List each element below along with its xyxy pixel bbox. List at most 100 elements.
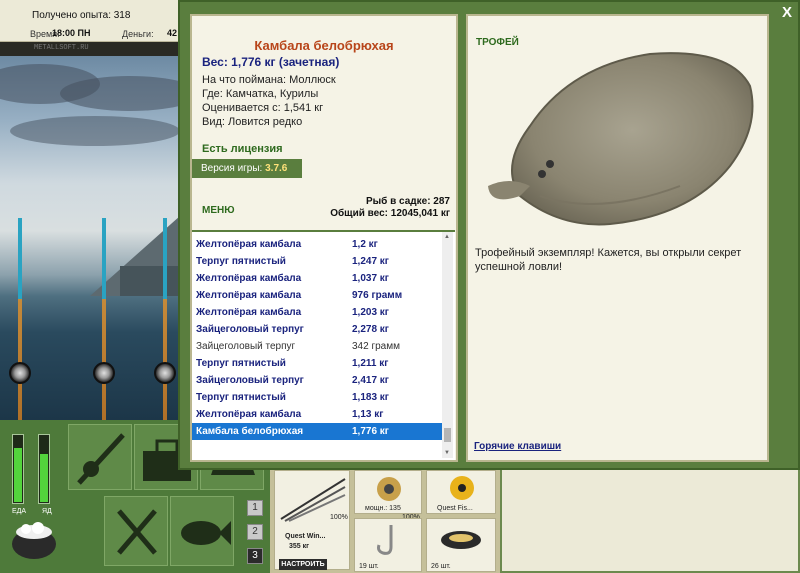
fishing-rod-3[interactable] <box>163 218 167 420</box>
catch-fish-name: Терпуг пятнистый <box>196 358 286 369</box>
catch-location: Где: Камчатка, Курилы <box>202 88 319 100</box>
catch-fish-weight: 1,776 кг <box>352 426 389 437</box>
scroll-up-icon[interactable]: ▲ <box>444 234 450 240</box>
keepnet-count: Рыб в садке: 287 <box>365 196 450 207</box>
catch-list[interactable]: Желтопёрая камбала 1,2 кг Терпуг пятнистый… <box>192 230 455 460</box>
fishing-scene[interactable] <box>0 56 178 420</box>
catch-fish-weight: 976 грамм <box>352 290 403 301</box>
rod-name: Quest Win... <box>285 533 326 540</box>
catch-fish-weight: 1,203 кг <box>352 307 389 318</box>
time-value: 18:00 ПН <box>52 28 91 38</box>
fish-kind: Вид: Ловится редко <box>202 116 303 128</box>
mussel-icon <box>441 531 481 549</box>
bait-count: 26 шт. <box>431 563 451 570</box>
catch-fish-name: Желтопёрая камбала <box>196 239 302 250</box>
knife-fork-icon <box>117 509 157 555</box>
message-area <box>500 462 800 573</box>
reel-icon <box>93 362 115 384</box>
catch-row[interactable]: Зайцеголовый терпуг 2,278 кг <box>192 321 442 338</box>
rod-reel-icon <box>77 433 125 485</box>
trophy-text: Трофейный экземпляр! Кажется, вы открыли… <box>475 247 742 273</box>
catch-fish-name: Желтопёрая камбала <box>196 290 302 301</box>
food-button[interactable] <box>104 496 168 566</box>
fish-title: Камбала белобрюхая <box>254 38 394 53</box>
caught-on: На что поймана: Моллюск <box>202 74 336 86</box>
catch-fish-name: Зайцеголовый терпуг <box>196 375 304 386</box>
line-slot[interactable]: Quest Fis... <box>426 470 496 514</box>
equipment-panel: Quest Win... 355 кг НАСТРОИТЬ 100% мощн.… <box>270 462 500 573</box>
tackle-button[interactable] <box>68 424 132 490</box>
catch-fish-name: Терпуг пятнистый <box>196 392 286 403</box>
reel-slot[interactable]: мощн.: 135 <box>354 470 422 514</box>
fish-icon <box>181 521 231 545</box>
reel-icon <box>9 362 31 384</box>
menu-link[interactable]: МЕНЮ <box>202 205 235 216</box>
page-1-button[interactable]: 1 <box>247 500 263 516</box>
catch-row[interactable]: Зайцеголовый терпуг 342 грамм <box>192 338 442 355</box>
catch-fish-weight: 1,183 кг <box>352 392 389 403</box>
tune-button[interactable]: НАСТРОИТЬ <box>279 559 327 570</box>
license-status: Есть лицензия <box>202 143 283 155</box>
money-value: 42 <box>167 28 178 38</box>
reel-icon <box>377 477 401 501</box>
catch-fish-name: Камбала белобрюхая <box>196 426 304 437</box>
fishing-rod-2[interactable] <box>102 218 106 420</box>
cauldron-icon[interactable] <box>8 520 60 560</box>
catch-list-scrollbar[interactable]: ▲ ▼ <box>442 232 453 458</box>
catch-row[interactable]: Желтопёрая камбала 1,13 кг <box>192 406 442 423</box>
page-2-button[interactable]: 2 <box>247 524 263 540</box>
game-version: Версия игры: 3.7.6 <box>192 159 302 178</box>
catch-row[interactable]: Зайцеголовый терпуг 2,417 кг <box>192 372 442 389</box>
fishing-rod-1[interactable] <box>18 218 22 420</box>
food-gauge-fill <box>14 447 22 502</box>
rod-condition: 100% <box>330 514 348 521</box>
catch-fish-name: Зайцеголовый терпуг <box>196 341 296 352</box>
cloud <box>10 116 178 146</box>
rod-weight: 355 кг <box>289 543 310 550</box>
valued-from: Оценивается с: 1,541 кг <box>202 102 324 114</box>
catch-fish-name: Терпуг пятнистый <box>196 256 286 267</box>
watermark-text: METALLSOFT.RU <box>34 44 89 52</box>
watermark-strip: METALLSOFT.RU <box>0 42 178 56</box>
hook-icon <box>377 525 393 555</box>
fish-button[interactable] <box>170 496 234 566</box>
version-value: 3.7.6 <box>265 163 288 174</box>
food-label: ЕДА <box>12 508 27 515</box>
cloud <box>60 76 178 111</box>
catch-row[interactable]: Желтопёрая камбала 1,2 кг <box>192 236 442 253</box>
catch-row[interactable]: Желтопёрая камбала 1,203 кг <box>192 304 442 321</box>
scroll-thumb[interactable] <box>444 428 451 442</box>
bait-label: ЯД <box>42 508 52 515</box>
flounder-image <box>480 46 760 236</box>
catch-fish-weight: 1,211 кг <box>352 358 389 369</box>
catch-row[interactable]: Желтопёрая камбала 1,037 кг <box>192 270 442 287</box>
mountain-base <box>120 266 178 296</box>
version-label: Версия игры: <box>201 163 263 174</box>
catch-row[interactable]: Терпуг пятнистый 1,247 кг <box>192 253 442 270</box>
catch-fish-weight: 1,247 кг <box>352 256 389 267</box>
catch-row[interactable]: Желтопёрая камбала 976 грамм <box>192 287 442 304</box>
reel-icon <box>154 362 176 384</box>
food-gauge <box>12 434 24 504</box>
catch-fish-name: Желтопёрая камбала <box>196 273 302 284</box>
close-button[interactable]: X <box>778 4 796 22</box>
hotkeys-link[interactable]: Горячие клавиши <box>474 441 561 452</box>
catch-fish-weight: 342 грамм <box>352 341 400 352</box>
scroll-down-icon[interactable]: ▼ <box>444 450 450 456</box>
reel-power: мощн.: 135 <box>365 505 401 512</box>
keepnet-weight: Общий вес: 12045,041 кг <box>330 208 450 219</box>
fishing-line-spool-icon <box>450 476 474 500</box>
bait-gauge-fill <box>40 454 48 502</box>
catch-fish-weight: 1,13 кг <box>352 409 384 420</box>
catch-row[interactable]: Терпуг пятнистый 1,183 кг <box>192 389 442 406</box>
page-3-button[interactable]: 3 <box>247 548 263 564</box>
catch-fish-weight: 2,417 кг <box>352 375 389 386</box>
fish-weight: Вес: 1,776 кг (зачетная) <box>202 55 340 69</box>
bait-gauge <box>38 434 50 504</box>
catch-row[interactable]: Терпуг пятнистый 1,211 кг <box>192 355 442 372</box>
bait-slot[interactable]: 26 шт. <box>426 518 496 572</box>
catch-row[interactable]: Камбала белобрюхая 1,776 кг <box>192 423 442 440</box>
catch-fish-weight: 1,037 кг <box>352 273 389 284</box>
hook-slot[interactable]: 19 шт. <box>354 518 422 572</box>
catch-fish-weight: 2,278 кг <box>352 324 389 335</box>
